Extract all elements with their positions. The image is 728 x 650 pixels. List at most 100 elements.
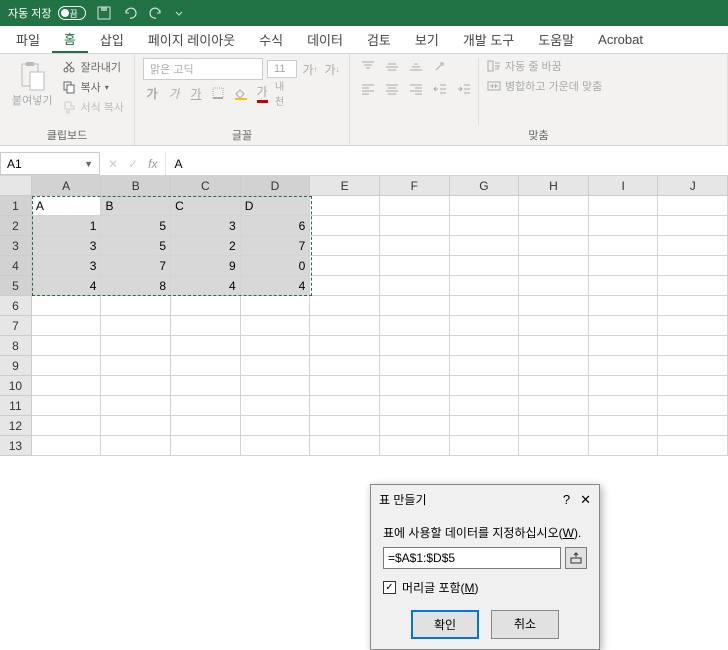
column-header[interactable]: C — [171, 176, 241, 196]
row-header[interactable]: 7 — [0, 316, 32, 336]
cell[interactable] — [32, 336, 102, 356]
align-center-button[interactable] — [382, 80, 402, 98]
column-header[interactable]: D — [241, 176, 311, 196]
cell[interactable]: 0 — [241, 256, 311, 276]
cell[interactable] — [589, 396, 659, 416]
cell[interactable] — [101, 316, 171, 336]
merge-center-button[interactable]: 병합하고 가운데 맞춤 — [487, 78, 602, 94]
cell[interactable] — [310, 336, 380, 356]
cell[interactable] — [171, 376, 241, 396]
cell[interactable] — [101, 436, 171, 456]
cell[interactable] — [519, 336, 589, 356]
tab-help[interactable]: 도움말 — [526, 26, 586, 53]
cell[interactable] — [519, 376, 589, 396]
cell[interactable]: 2 — [171, 236, 241, 256]
cell[interactable] — [450, 436, 520, 456]
cell[interactable] — [450, 396, 520, 416]
cell[interactable] — [589, 276, 659, 296]
cell[interactable] — [658, 236, 728, 256]
qat-dropdown-icon[interactable] — [174, 5, 190, 21]
cell[interactable] — [658, 196, 728, 216]
cell[interactable] — [241, 436, 311, 456]
cell[interactable] — [310, 416, 380, 436]
cell[interactable]: 4 — [241, 276, 311, 296]
cell[interactable]: 9 — [171, 256, 241, 276]
cell[interactable] — [241, 416, 311, 436]
select-all-corner[interactable] — [0, 176, 32, 196]
cell[interactable]: 3 — [32, 236, 102, 256]
cell[interactable] — [310, 356, 380, 376]
cell[interactable] — [32, 296, 102, 316]
fx-icon[interactable]: fx — [148, 157, 157, 171]
cell[interactable] — [450, 256, 520, 276]
format-painter-button[interactable]: 서식 복사 — [60, 98, 126, 116]
cell[interactable] — [450, 356, 520, 376]
row-header[interactable]: 2 — [0, 216, 32, 236]
column-header[interactable]: G — [450, 176, 520, 196]
cell[interactable] — [658, 436, 728, 456]
tab-view[interactable]: 보기 — [403, 26, 451, 53]
cell[interactable] — [519, 296, 589, 316]
ok-button[interactable]: 확인 — [411, 610, 479, 639]
orientation-button[interactable] — [430, 58, 450, 76]
cancel-button[interactable]: 취소 — [491, 610, 559, 639]
cell[interactable] — [589, 216, 659, 236]
align-left-button[interactable] — [358, 80, 378, 98]
cell[interactable] — [658, 416, 728, 436]
column-header[interactable]: E — [310, 176, 380, 196]
cell[interactable] — [658, 296, 728, 316]
tab-insert[interactable]: 삽입 — [88, 26, 136, 53]
wrap-text-button[interactable]: 자동 줄 바꿈 — [487, 58, 602, 74]
cell[interactable] — [519, 236, 589, 256]
column-header[interactable]: B — [101, 176, 171, 196]
headers-checkbox[interactable]: ✓ 머리글 포함(M) — [383, 579, 587, 596]
row-header[interactable]: 11 — [0, 396, 32, 416]
cell[interactable]: 3 — [32, 256, 102, 276]
redo-icon[interactable] — [148, 5, 164, 21]
cell[interactable]: 5 — [101, 236, 171, 256]
save-icon[interactable] — [96, 5, 112, 21]
cell[interactable] — [519, 196, 589, 216]
cell[interactable] — [380, 356, 450, 376]
cell[interactable] — [241, 396, 311, 416]
cell[interactable] — [171, 316, 241, 336]
cell[interactable] — [380, 236, 450, 256]
formula-bar[interactable]: A — [165, 152, 728, 175]
spreadsheet-grid[interactable]: ABCDEFGHIJ 1ABCD215363352743790548446789… — [0, 176, 728, 456]
align-right-button[interactable] — [406, 80, 426, 98]
cell[interactable] — [519, 436, 589, 456]
cell[interactable] — [310, 316, 380, 336]
cell[interactable] — [450, 216, 520, 236]
cell[interactable] — [101, 376, 171, 396]
row-header[interactable]: 8 — [0, 336, 32, 356]
decrease-indent-button[interactable] — [430, 80, 450, 98]
cell[interactable] — [658, 396, 728, 416]
cell[interactable] — [310, 236, 380, 256]
font-name-combo[interactable]: 맑은 고딕 — [143, 58, 263, 80]
cell[interactable] — [519, 316, 589, 336]
cell[interactable] — [101, 356, 171, 376]
cell[interactable] — [32, 396, 102, 416]
tab-review[interactable]: 검토 — [355, 26, 403, 53]
cell[interactable] — [32, 416, 102, 436]
copy-button[interactable]: 복사 ▾ — [60, 78, 126, 96]
cell[interactable] — [589, 436, 659, 456]
row-header[interactable]: 10 — [0, 376, 32, 396]
cell[interactable] — [589, 316, 659, 336]
align-top-button[interactable] — [358, 58, 378, 76]
underline-button[interactable]: 가 — [187, 84, 205, 102]
cell[interactable] — [32, 376, 102, 396]
tab-home[interactable]: 홈 — [52, 26, 88, 53]
cell[interactable] — [519, 356, 589, 376]
cell[interactable] — [241, 296, 311, 316]
row-header[interactable]: 3 — [0, 236, 32, 256]
cell[interactable] — [380, 296, 450, 316]
cell[interactable] — [658, 316, 728, 336]
tab-developer[interactable]: 개발 도구 — [451, 26, 526, 53]
cell[interactable] — [241, 316, 311, 336]
cell[interactable] — [32, 436, 102, 456]
cell[interactable]: C — [171, 196, 241, 216]
cell[interactable] — [380, 196, 450, 216]
autosave-toggle[interactable]: 자동 저장 끔 — [8, 5, 78, 21]
cell[interactable] — [380, 276, 450, 296]
